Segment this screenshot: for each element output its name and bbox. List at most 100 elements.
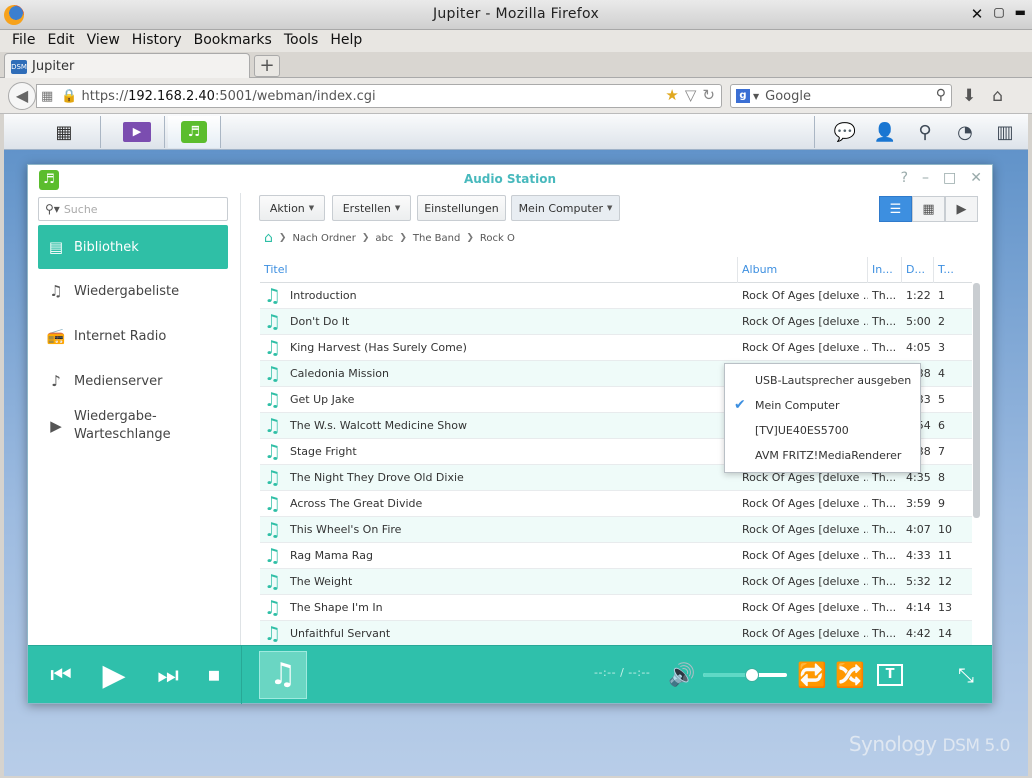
button-label: Mein Computer: [518, 201, 604, 215]
breadcrumb-separator-icon: ❯: [278, 233, 287, 243]
new-tab-button[interactable]: +: [254, 55, 280, 77]
reload-icon[interactable]: ↻: [702, 86, 715, 104]
column-title[interactable]: Titel: [260, 257, 738, 283]
sidebar-item-label: Wiedergabe- Warteschlange: [74, 409, 171, 442]
einstellungen-button[interactable]: Einstellungen: [417, 195, 506, 221]
table-row[interactable]: ♫ Across The Great Divide Rock Of Ages [de…: [260, 491, 972, 517]
breadcrumb-item[interactable]: The Band: [413, 233, 460, 244]
minimize-window-icon[interactable]: ▬: [1015, 5, 1026, 23]
menu-history[interactable]: History: [126, 30, 188, 52]
identity-icon[interactable]: ▦: [37, 89, 57, 104]
search-input[interactable]: ⚲▾ Suche: [38, 197, 228, 221]
volume-slider[interactable]: [703, 668, 787, 682]
sidebar-item-bibliothek[interactable]: ▤ Bibliothek: [38, 225, 228, 269]
menu-file[interactable]: File: [6, 30, 41, 52]
previous-icon[interactable]: ⏮: [43, 658, 79, 692]
maximize-window-icon[interactable]: ▢: [993, 5, 1004, 23]
column-artist[interactable]: In...: [868, 257, 902, 283]
song-title: Unfaithful Servant: [290, 626, 391, 640]
table-row[interactable]: ♫ The Weight Rock Of Ages [deluxe ... Th...…: [260, 569, 972, 595]
dropdown-item[interactable]: AVM FRITZ!MediaRenderer: [725, 443, 920, 468]
song-title: Get Up Jake: [290, 392, 355, 406]
breadcrumb-item[interactable]: Nach Ordner: [292, 233, 355, 244]
stop-icon[interactable]: ⏹: [196, 658, 232, 692]
main-menu-icon[interactable]: ▦: [44, 116, 84, 148]
volume-icon[interactable]: 🔊: [664, 658, 700, 692]
menu-help[interactable]: Help: [324, 30, 368, 52]
notification-icon[interactable]: 💬: [828, 116, 862, 148]
menu-tools[interactable]: Tools: [278, 30, 325, 52]
minimize-icon[interactable]: –: [922, 170, 929, 186]
song-album: Rock Of Ages [deluxe ...: [742, 548, 868, 562]
erstellen-button[interactable]: Erstellen ▼: [332, 195, 411, 221]
back-button[interactable]: ◀: [8, 82, 36, 110]
downloads-icon[interactable]: ⬇: [962, 86, 976, 106]
sidebar-item-internet-radio[interactable]: 📻 Internet Radio: [38, 314, 228, 358]
table-row[interactable]: ♫ King Harvest (Has Surely Come) Rock Of A…: [260, 335, 972, 361]
lyrics-icon[interactable]: T: [872, 658, 908, 692]
bookmark-star-icon[interactable]: ★: [665, 86, 678, 104]
song-title: Caledonia Mission: [290, 366, 389, 380]
next-icon[interactable]: ⏭: [150, 658, 186, 692]
cover-flow-view-icon[interactable]: ▶: [945, 196, 978, 222]
maximize-icon[interactable]: □: [943, 170, 956, 186]
table-scrollbar[interactable]: [973, 283, 980, 518]
table-row[interactable]: ♫ This Wheel's On Fire Rock Of Ages [delux…: [260, 517, 972, 543]
menu-edit[interactable]: Edit: [41, 30, 80, 52]
engine-dropdown-icon[interactable]: ▼: [753, 92, 759, 101]
audio-station-icon[interactable]: ♬: [168, 116, 220, 148]
sidebar-item-warteschlange[interactable]: ▶ Wiedergabe- Warteschlange: [38, 403, 228, 449]
close-window-icon[interactable]: ✕: [971, 5, 984, 23]
mini-player-icon[interactable]: ⤡: [948, 658, 984, 692]
song-duration: 5:00: [906, 314, 931, 328]
navigation-bar: ◀ ▦ 🔒 https://192.168.2.40:5001/webman/i…: [0, 78, 1032, 114]
menu-bookmarks[interactable]: Bookmarks: [188, 30, 278, 52]
table-row[interactable]: ♫ Introduction Rock Of Ages [deluxe ... Th.…: [260, 283, 972, 309]
music-note-icon: ♫: [264, 388, 282, 411]
volume-knob[interactable]: [744, 668, 759, 682]
song-duration: 4:07: [906, 522, 931, 536]
output-device-button[interactable]: Mein Computer ▼: [511, 195, 620, 221]
column-duration[interactable]: D...: [902, 257, 934, 283]
menu-view[interactable]: View: [81, 30, 126, 52]
search-icon[interactable]: ⚲: [936, 87, 946, 103]
close-icon[interactable]: ✕: [970, 170, 982, 186]
breadcrumb-separator-icon: ❯: [466, 233, 474, 243]
aktion-button[interactable]: Aktion ▼: [259, 195, 325, 221]
table-row[interactable]: ♫ Don't Do It Rock Of Ages [deluxe ... Th..…: [260, 309, 972, 335]
column-album[interactable]: Album: [738, 257, 868, 283]
home-icon[interactable]: ⌂: [992, 86, 1003, 106]
sidebar-item-medienserver[interactable]: ♪ Medienserver: [38, 359, 228, 403]
dropdown-item[interactable]: ✔ Mein Computer: [725, 393, 920, 418]
search-icon[interactable]: ⚲▾: [39, 202, 64, 216]
url-bar[interactable]: ▦ 🔒 https://192.168.2.40:5001/webman/ind…: [36, 84, 722, 108]
sidebar-item-wiedergabeliste[interactable]: ♫ Wiedergabeliste: [38, 269, 228, 313]
table-row[interactable]: ♫ Unfaithful Servant Rock Of Ages [deluxe …: [260, 621, 972, 646]
help-icon[interactable]: ?: [901, 170, 908, 186]
table-row[interactable]: ♫ The Shape I'm In Rock Of Ages [deluxe ..…: [260, 595, 972, 621]
history-dropdown-icon[interactable]: ▽: [685, 86, 697, 104]
song-track: 10: [938, 522, 952, 536]
widgets-icon[interactable]: ▥: [988, 116, 1022, 148]
breadcrumb-item[interactable]: abc: [375, 233, 393, 244]
shuffle-icon[interactable]: 🔀: [832, 658, 868, 692]
column-track[interactable]: T...: [934, 257, 968, 283]
user-icon[interactable]: 👤: [868, 116, 902, 148]
play-icon[interactable]: ▶: [96, 658, 132, 693]
table-row[interactable]: ♫ Rag Mama Rag Rock Of Ages [deluxe ... Th.…: [260, 543, 972, 569]
list-view-icon[interactable]: ☰: [879, 196, 912, 222]
dropdown-item[interactable]: USB-Lautsprecher ausgeben: [725, 368, 920, 393]
breadcrumb-separator-icon: ❯: [361, 233, 370, 243]
home-icon[interactable]: ⌂: [264, 230, 273, 246]
google-engine-icon[interactable]: g: [736, 89, 750, 103]
search-bar[interactable]: g ▼ Google ⚲: [730, 84, 952, 108]
grid-view-icon[interactable]: ▦: [912, 196, 945, 222]
search-icon[interactable]: ⚲: [908, 116, 942, 148]
button-label: Aktion: [269, 201, 305, 215]
video-station-icon[interactable]: ▶: [117, 116, 157, 148]
resource-monitor-icon[interactable]: ◔: [948, 116, 982, 148]
repeat-icon[interactable]: 🔁: [794, 658, 830, 692]
breadcrumb-item[interactable]: Rock O: [480, 233, 515, 244]
dropdown-item[interactable]: [TV]UE40ES5700: [725, 418, 920, 443]
tab-jupiter[interactable]: DSM Jupiter: [4, 53, 250, 79]
